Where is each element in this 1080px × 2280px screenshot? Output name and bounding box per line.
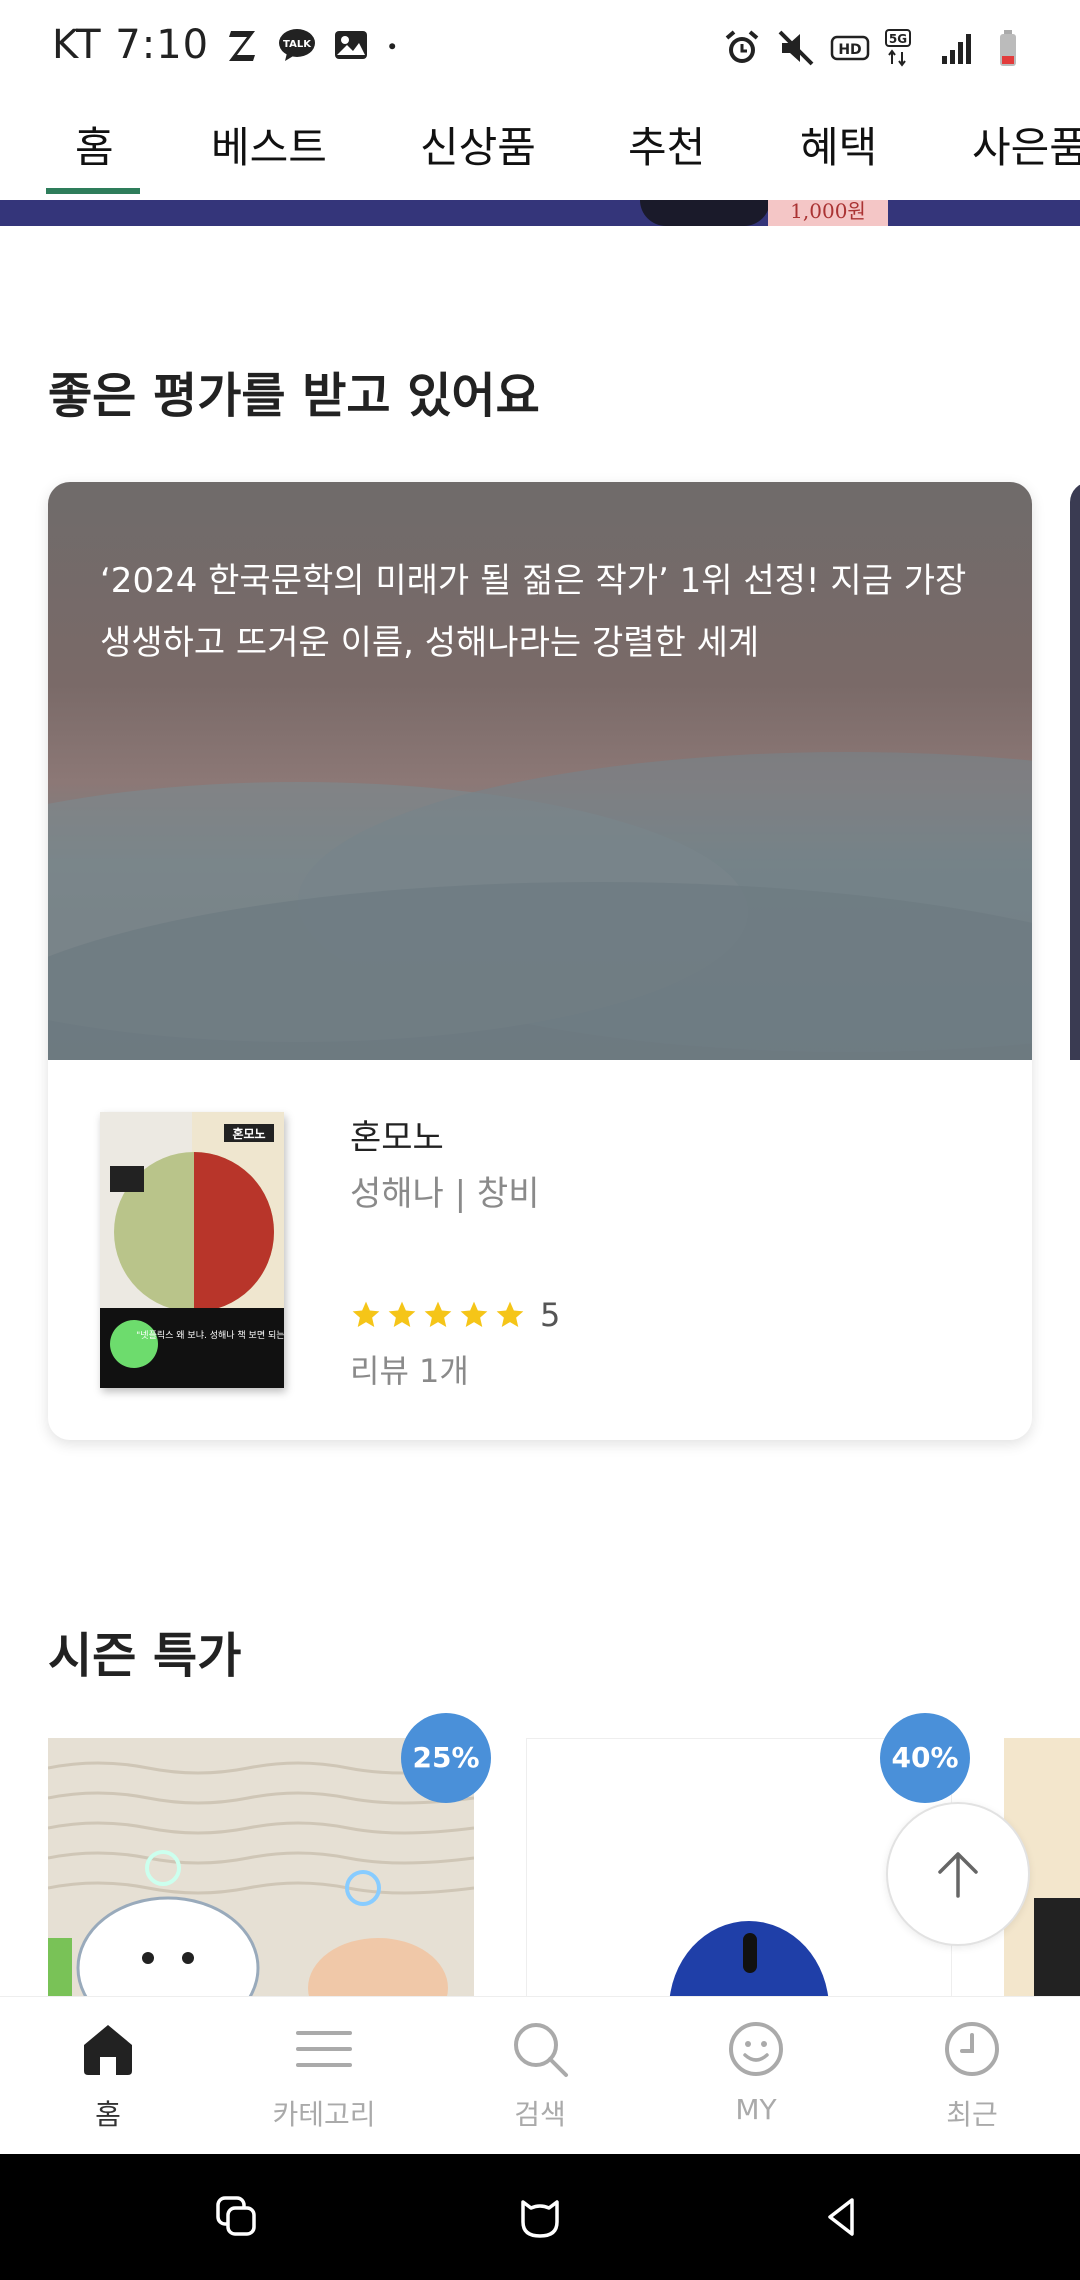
talk-icon: TALK xyxy=(279,29,316,61)
banner-image xyxy=(640,200,770,226)
5g-icon: 5G xyxy=(885,29,911,67)
nav-recent-label: 최근 xyxy=(946,2098,998,2131)
star-icon xyxy=(352,1301,380,1327)
scroll-to-top-button[interactable] xyxy=(886,1802,1030,1946)
star-icon xyxy=(496,1301,524,1327)
recent-apps-icon[interactable] xyxy=(212,2192,262,2242)
next-review-card[interactable] xyxy=(1070,482,1080,1060)
book-cover: 혼모노 "넷플릭스 왜 보냐. 성해나 책 보면 되는데." xyxy=(100,1112,284,1388)
clock-icon xyxy=(945,2022,999,2076)
active-tab-indicator xyxy=(46,188,140,194)
review-hero-text: ‘2024 한국문학의 미래가 될 젊은 작가’ 1위 선정! 지금 가장 생생… xyxy=(100,561,967,663)
book-title: 혼모노 xyxy=(350,1118,444,1158)
status-bar: KT 7:10 TALK HD 5G xyxy=(0,0,1080,100)
nav-my-label: MY xyxy=(735,2093,777,2126)
nav-category-label: 카테고리 xyxy=(272,2098,376,2131)
mute-icon xyxy=(778,30,814,66)
nav-home[interactable]: 홈 xyxy=(0,1997,216,2155)
season-sale-title: 시즌 특가 xyxy=(48,1628,242,1684)
promo-banner[interactable]: 1,000원 xyxy=(0,200,1080,226)
book-cover-art: 혼모노 "넷플릭스 왜 보냐. 성해나 책 보면 되는데." xyxy=(100,1112,284,1388)
nav-my[interactable]: MY xyxy=(648,1997,864,2155)
discount-badge: 40% xyxy=(880,1713,970,1803)
book-cover-quote: "넷플릭스 왜 보냐. 성해나 책 보면 되는데." xyxy=(136,1329,284,1341)
nav-home-label: 홈 xyxy=(95,2098,121,2131)
banner-price: 1,000원 xyxy=(768,200,888,226)
system-navigation-bar xyxy=(0,2154,1080,2280)
book-cover-title: 혼모노 xyxy=(232,1126,265,1141)
star-icon xyxy=(424,1301,452,1327)
nav-category[interactable]: 카테고리 xyxy=(216,1997,432,2155)
rating-stars: 5 xyxy=(350,1296,560,1334)
nav-search-label: 검색 xyxy=(514,2098,566,2131)
gallery-icon xyxy=(335,31,368,59)
talk-label: TALK xyxy=(283,39,312,50)
category-tab-bar: 홈 베스트 신상품 추천 혜택 사은품 xyxy=(0,100,1080,200)
hd-label: HD xyxy=(838,42,861,58)
search-icon xyxy=(514,2023,568,2077)
nav-search[interactable]: 검색 xyxy=(432,1997,648,2155)
tab-best[interactable]: 베스트 xyxy=(211,114,327,175)
dot-icon xyxy=(389,43,396,50)
review-section-title: 좋은 평가를 받고 있어요 xyxy=(48,368,540,424)
star-icon xyxy=(388,1301,416,1327)
star-icon xyxy=(460,1301,488,1327)
menu-icon xyxy=(296,2031,352,2067)
back-icon[interactable] xyxy=(818,2192,868,2242)
tab-home[interactable]: 홈 xyxy=(75,114,114,175)
arrow-up-icon xyxy=(938,1852,978,1898)
battery-icon xyxy=(1000,30,1016,66)
signal-icon xyxy=(942,34,971,64)
smile-icon xyxy=(729,2022,783,2076)
bottom-navigation: 홈 카테고리 검색 MY 최근 xyxy=(0,1996,1080,2154)
alarm-icon xyxy=(725,30,759,63)
home-icon xyxy=(84,2025,132,2075)
home-button-icon[interactable] xyxy=(515,2192,565,2242)
z-app-icon xyxy=(229,31,256,61)
tab-new[interactable]: 신상품 xyxy=(420,114,536,175)
review-card[interactable]: ‘2024 한국문학의 미래가 될 젊은 작가’ 1위 선정! 지금 가장 생생… xyxy=(48,482,1032,1440)
tab-benefits[interactable]: 혜택 xyxy=(800,114,877,175)
carrier-time: KT 7:10 xyxy=(52,22,210,68)
hd-icon: HD xyxy=(830,35,870,61)
discount-badge: 25% xyxy=(401,1713,491,1803)
book-author-publisher: 성해나 | 창비 xyxy=(350,1174,540,1214)
tab-gifts[interactable]: 사은품 xyxy=(972,114,1080,175)
rating-value: 5 xyxy=(540,1296,561,1334)
nav-recent[interactable]: 최근 xyxy=(864,1997,1080,2155)
tab-recommend[interactable]: 추천 xyxy=(628,114,705,175)
review-hero-image: ‘2024 한국문학의 미래가 될 젊은 작가’ 1위 선정! 지금 가장 생생… xyxy=(48,482,1032,1060)
5g-label: 5G xyxy=(889,32,907,46)
review-count: 리뷰 1개 xyxy=(350,1352,469,1390)
